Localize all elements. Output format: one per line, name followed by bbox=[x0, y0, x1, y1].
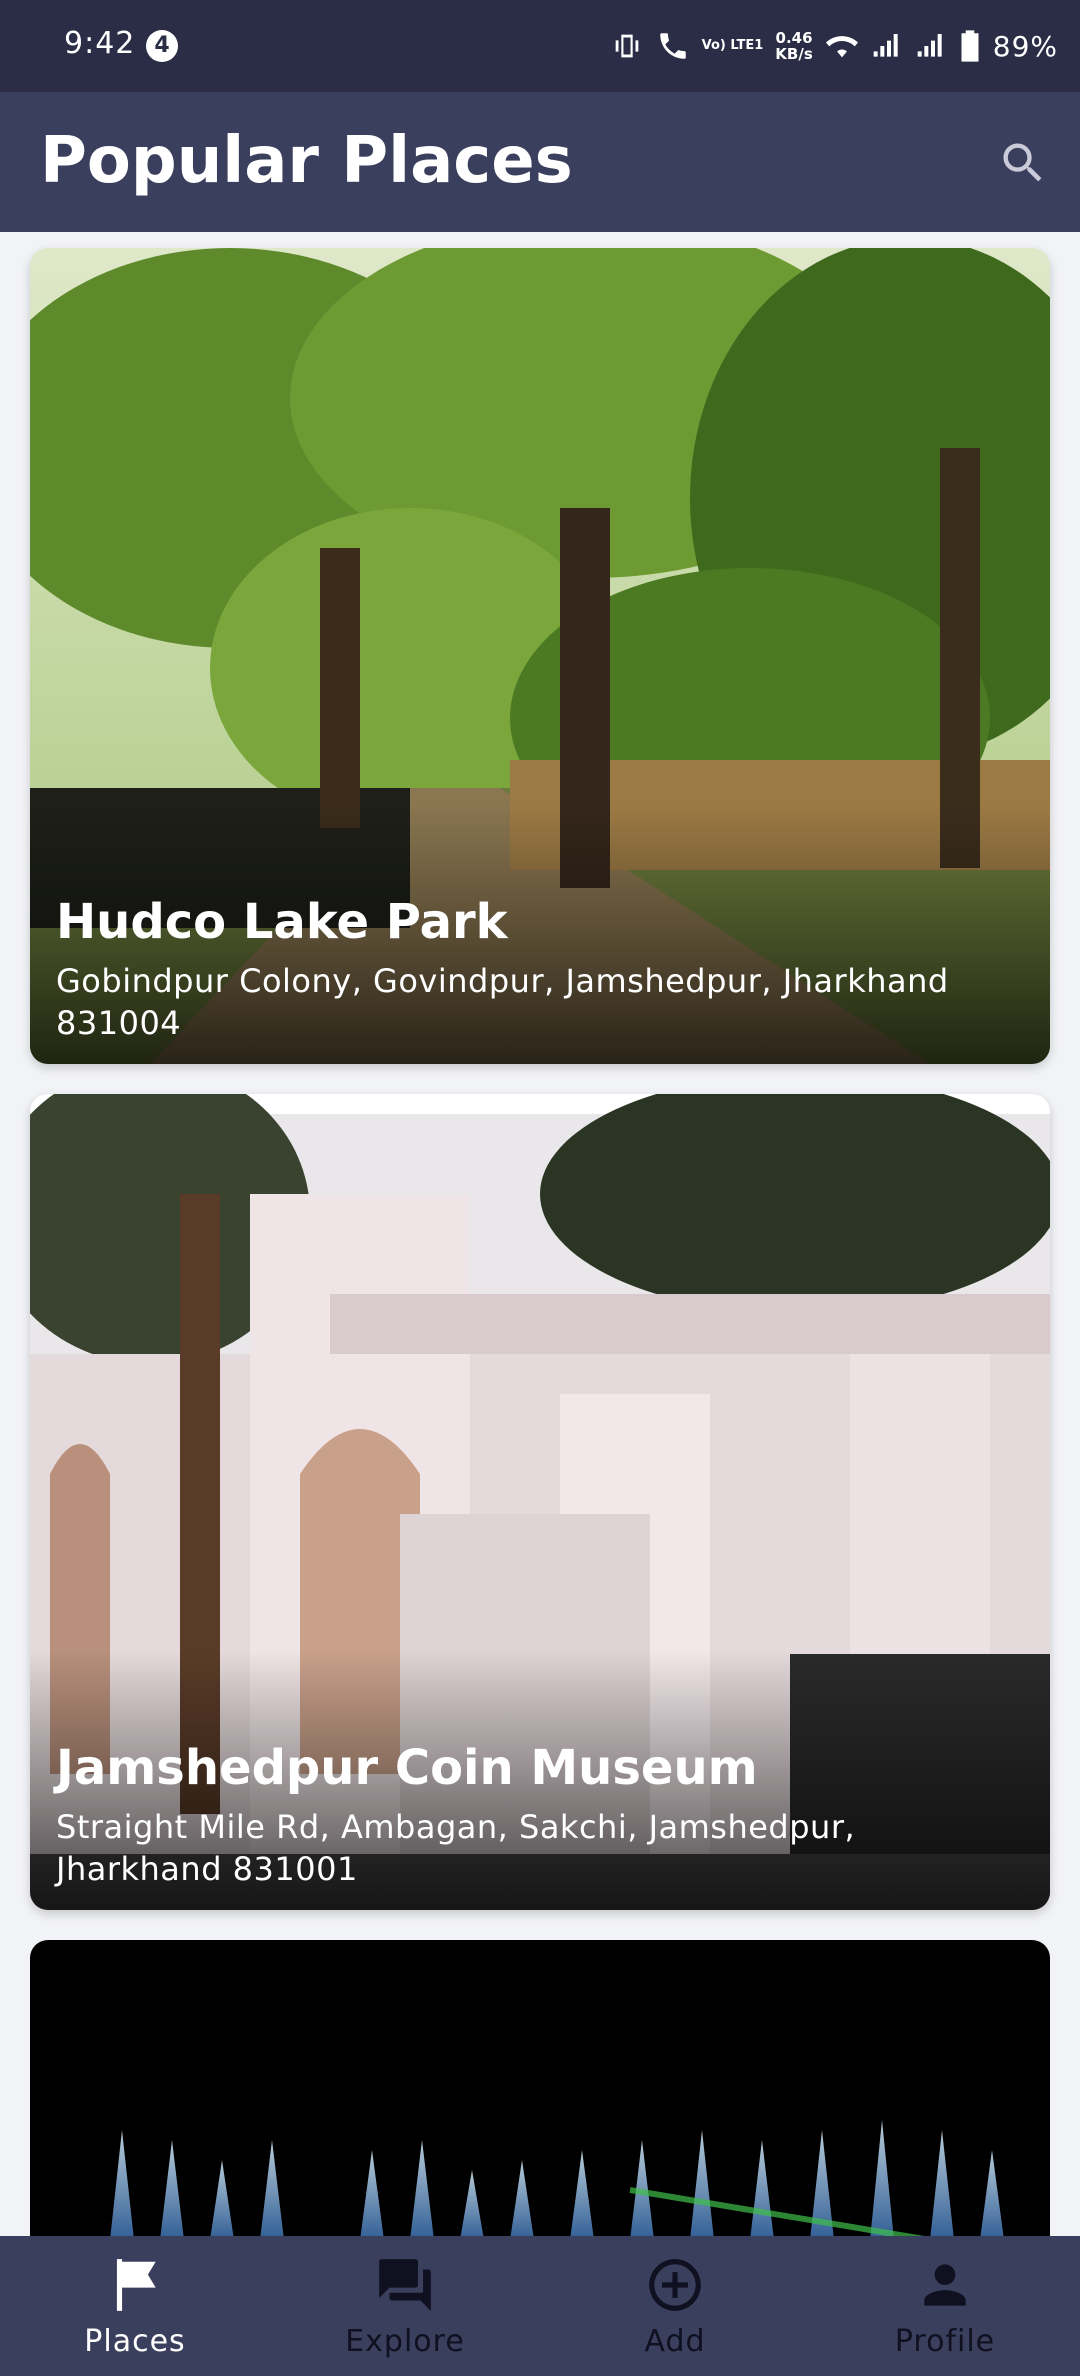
notification-count-badge: 4 bbox=[146, 30, 178, 62]
app-bar: Popular Places bbox=[0, 92, 1080, 232]
battery-icon bbox=[961, 30, 979, 62]
page-title: Popular Places bbox=[40, 124, 573, 198]
nav-label-explore: Explore bbox=[345, 2323, 465, 2359]
flag-icon bbox=[116, 2258, 156, 2311]
status-bar: 9:42 4 Vo) LTE1 0.46 KB/s 89% bbox=[0, 0, 1080, 92]
signal-icon-2 bbox=[917, 34, 942, 57]
card-text: Hudco Lake Park Gobindpur Colony, Govind… bbox=[56, 894, 990, 1044]
wifi-icon bbox=[825, 36, 858, 58]
vibrate-icon bbox=[615, 34, 638, 58]
volte-indicator: Vo) LTE1 bbox=[701, 38, 764, 53]
place-title: Hudco Lake Park bbox=[56, 894, 508, 950]
nav-label-add: Add bbox=[644, 2323, 706, 2359]
person-icon bbox=[924, 2263, 966, 2306]
forum-icon bbox=[379, 2258, 431, 2311]
place-card-hudco-lake-park[interactable]: Hudco Lake Park Gobindpur Colony, Govind… bbox=[30, 248, 1050, 1064]
call-icon bbox=[659, 33, 686, 59]
nav-item-profile[interactable]: Profile bbox=[810, 2236, 1080, 2376]
add-circle-icon bbox=[649, 2258, 701, 2311]
place-title: Jamshedpur Coin Museum bbox=[56, 1740, 758, 1796]
status-icons: Vo) LTE1 0.46 KB/s 89% bbox=[610, 22, 1058, 70]
place-address: Gobindpur Colony, Govindpur, Jamshedpur,… bbox=[56, 962, 949, 1042]
bottom-navigation: Places Explore Add Profile bbox=[0, 2236, 1080, 2376]
signal-icon-1 bbox=[873, 34, 898, 57]
place-card-coin-museum[interactable]: Jamshedpur Coin Museum Straight Mile Rd,… bbox=[30, 1094, 1050, 1910]
nav-item-places[interactable]: Places bbox=[0, 2236, 270, 2376]
speed-unit: KB/s bbox=[775, 45, 813, 63]
status-time: 9:42 bbox=[64, 26, 136, 61]
nav-label-places: Places bbox=[84, 2323, 186, 2359]
nav-item-add[interactable]: Add bbox=[540, 2236, 810, 2376]
battery-percent: 89% bbox=[992, 29, 1058, 63]
search-button[interactable] bbox=[988, 128, 1058, 198]
nav-label-profile: Profile bbox=[894, 2323, 996, 2359]
network-speed: 0.46 KB/s bbox=[775, 30, 812, 62]
place-address: Straight Mile Rd, Ambagan, Sakchi, Jamsh… bbox=[56, 1808, 856, 1888]
nav-item-explore[interactable]: Explore bbox=[270, 2236, 540, 2376]
search-icon bbox=[1003, 143, 1042, 182]
card-text: Jamshedpur Coin Museum Straight Mile Rd,… bbox=[56, 1740, 990, 1890]
